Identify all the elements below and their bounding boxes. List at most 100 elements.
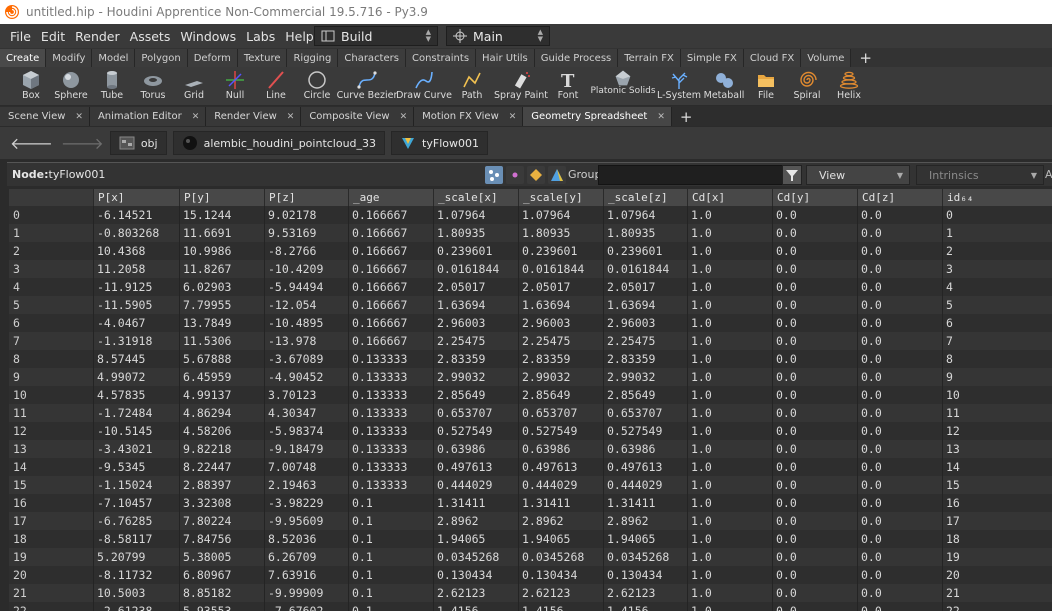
tab-render-view[interactable]: Render View ✕ xyxy=(206,107,302,126)
shelf-tab-guide-process[interactable]: Guide Process xyxy=(534,49,619,67)
tab-composite-view[interactable]: Composite View ✕ xyxy=(301,107,415,126)
table-row[interactable]: 19 5.20799 5.38005 6.26709 0.1 0.0345268 0.034… xyxy=(9,548,1052,566)
shelf-tab-polygon[interactable]: Polygon xyxy=(135,49,188,67)
close-icon[interactable]: ✕ xyxy=(509,112,517,122)
breadcrumb-obj[interactable]: obj xyxy=(109,131,167,155)
tool-circle[interactable]: Circle xyxy=(292,67,342,105)
table-row[interactable]: 14 -9.5345 8.22447 7.00748 0.133333 0.497613 0… xyxy=(9,458,1052,476)
table-row[interactable]: 1 -0.803268 11.6691 9.53169 0.166667 1.80935 1… xyxy=(9,224,1052,242)
vertices-filter-button[interactable] xyxy=(506,166,524,184)
tab-geometry-spreadsheet[interactable]: Geometry Spreadsheet ✕ xyxy=(523,107,672,126)
menu-windows[interactable]: Windows xyxy=(175,29,241,44)
tool-path[interactable]: Path xyxy=(447,67,497,105)
table-row[interactable]: 22 -2.61238 5.93553 -7.67602 0.1 1.4156 1.4156… xyxy=(9,602,1052,611)
tool-spray-paint[interactable]: Spray Paint xyxy=(494,67,548,105)
table-row[interactable]: 21 10.5003 8.85182 -9.99909 0.1 2.62123 2.6212… xyxy=(9,584,1052,602)
points-filter-button[interactable] xyxy=(485,166,503,184)
table-row[interactable]: 10 4.57835 4.99137 3.70123 0.133333 2.85649 2.… xyxy=(9,386,1052,404)
column-header[interactable]: _scale[z] xyxy=(603,189,687,206)
table-row[interactable]: 6 -4.0467 13.7849 -10.4895 0.166667 2.96003 2.… xyxy=(9,314,1052,332)
table-row[interactable]: 12 -10.5145 4.58206 -5.98374 0.133333 0.52754… xyxy=(9,422,1052,440)
add-pane-tab-icon[interactable]: + xyxy=(680,108,693,126)
table-cell: -11.9125 xyxy=(97,280,153,294)
table-cell: -0.803268 xyxy=(97,226,160,240)
column-header[interactable]: P[y] xyxy=(179,189,264,206)
close-icon[interactable]: ✕ xyxy=(287,112,295,122)
column-header[interactable]: P[x] xyxy=(93,189,179,206)
shelf-tab-hair-utils[interactable]: Hair Utils xyxy=(476,49,535,67)
close-icon[interactable]: ✕ xyxy=(657,112,665,122)
column-header[interactable]: _scale[x] xyxy=(433,189,518,206)
view-dropdown[interactable]: View ▼ xyxy=(806,165,910,185)
column-header[interactable]: id₆₄ xyxy=(942,189,1052,206)
table-row[interactable]: 2 10.4368 10.9986 -8.2766 0.166667 0.239601 0.… xyxy=(9,242,1052,260)
tab-animation-editor[interactable]: Animation Editor ✕ xyxy=(89,107,207,126)
shelf-tab-model[interactable]: Model xyxy=(92,49,136,67)
table-row[interactable]: 15 -1.15024 2.88397 2.19463 0.133333 0.444029… xyxy=(9,476,1052,494)
tool-font[interactable]: T Font xyxy=(543,67,593,105)
forward-arrow-icon[interactable]: 🡒 xyxy=(61,133,104,153)
menu-edit[interactable]: Edit xyxy=(36,29,70,44)
tool-curve-bezier[interactable]: Curve Bezier xyxy=(337,67,397,105)
table-row[interactable]: 20 -8.11732 6.80967 7.63916 0.1 0.130434 0.130… xyxy=(9,566,1052,584)
tab-motion-fx-view[interactable]: Motion FX View ✕ xyxy=(414,107,524,126)
tool-draw-curve[interactable]: Draw Curve xyxy=(396,67,452,105)
shelf-tab-deform[interactable]: Deform xyxy=(187,49,238,67)
menu-labs[interactable]: Labs xyxy=(241,29,280,44)
shelf-tab-texture[interactable]: Texture xyxy=(237,49,288,67)
shelf-tab-cloud-fx[interactable]: Cloud FX xyxy=(743,49,802,67)
close-icon[interactable]: ✕ xyxy=(75,112,83,122)
close-icon[interactable]: ✕ xyxy=(400,112,408,122)
column-header[interactable]: _age xyxy=(348,189,433,206)
shelf-tab-simple-fx[interactable]: Simple FX xyxy=(680,49,744,67)
menu-file[interactable]: File xyxy=(0,29,36,44)
breadcrumb-geo[interactable]: alembic_houdini_pointcloud_33 xyxy=(172,131,386,155)
column-header[interactable]: Cd[x] xyxy=(687,189,772,206)
table-row[interactable]: 9 4.99072 6.45959 -4.90452 0.133333 2.99032 2.… xyxy=(9,368,1052,386)
menu-assets[interactable]: Assets xyxy=(125,29,176,44)
tool-helix[interactable]: Helix xyxy=(824,67,874,105)
column-header[interactable]: P[z] xyxy=(264,189,348,206)
table-cell: 6.45959 xyxy=(183,370,232,384)
tool-platonic-solids[interactable]: Platonic Solids xyxy=(590,67,656,105)
table-row[interactable]: 13 -3.43021 9.82218 -9.18479 0.133333 0.63986… xyxy=(9,440,1052,458)
table-cell: 0.497613 xyxy=(437,460,493,474)
header-corner[interactable] xyxy=(9,189,93,206)
table-header: P[x] P[y] P[z] _age _scale[x] _scale[y] _scale… xyxy=(9,189,1052,206)
shelf-tab-volume[interactable]: Volume xyxy=(801,49,852,67)
table-row[interactable]: 17 -6.76285 7.80224 -9.95609 0.1 2.8962 2.8962… xyxy=(9,512,1052,530)
column-header[interactable]: Cd[y] xyxy=(772,189,857,206)
column-header[interactable]: _scale[y] xyxy=(518,189,603,206)
tab-scene-view[interactable]: Scene View ✕ xyxy=(0,107,90,126)
shelf-tab-constraints[interactable]: Constraints xyxy=(405,49,477,67)
shelf-tab-modify[interactable]: Modify xyxy=(46,49,93,67)
menu-render[interactable]: Render xyxy=(70,29,125,44)
primitives-filter-button[interactable] xyxy=(527,166,545,184)
tool-l-system[interactable]: L-System xyxy=(654,67,704,105)
column-header[interactable]: Cd[z] xyxy=(857,189,942,206)
shelf-tab-characters[interactable]: Characters xyxy=(338,49,406,67)
back-arrow-icon[interactable]: 🡐 xyxy=(10,133,53,153)
build-desk-select[interactable]: Build ▲ ▼ xyxy=(314,26,438,46)
detail-filter-button[interactable] xyxy=(548,166,566,184)
add-shelf-tab-icon[interactable]: + xyxy=(859,49,872,67)
close-icon[interactable]: ✕ xyxy=(192,112,200,122)
group-input[interactable] xyxy=(598,165,787,185)
table-row[interactable]: 5 -11.5905 7.79955 -12.054 0.166667 1.63694 1.… xyxy=(9,296,1052,314)
table-row[interactable]: 7 -1.31918 11.5306 -13.978 0.166667 2.25475 2.… xyxy=(9,332,1052,350)
table-row[interactable]: 0 -6.14521 15.1244 9.02178 0.166667 1.07964 1.… xyxy=(9,206,1052,224)
intrinsics-dropdown[interactable]: Intrinsics ▼ xyxy=(916,165,1044,185)
shelf-tab-terrain-fx[interactable]: Terrain FX xyxy=(618,49,681,67)
main-desk-select[interactable]: Main ▲ ▼ xyxy=(446,26,550,46)
menu-help[interactable]: Help xyxy=(280,29,319,44)
table-row[interactable]: 16 -7.10457 3.32308 -3.98229 0.1 1.31411 1.314… xyxy=(9,494,1052,512)
shelf-tab-create[interactable]: Create xyxy=(0,49,47,67)
shelf-tab-rigging[interactable]: Rigging xyxy=(287,49,339,67)
table-row[interactable]: 18 -8.58117 7.84756 8.52036 0.1 1.94065 1.9406… xyxy=(9,530,1052,548)
table-row[interactable]: 8 8.57445 5.67888 -3.67089 0.133333 2.83359 2.… xyxy=(9,350,1052,368)
breadcrumb-node[interactable]: tyFlow001 xyxy=(391,131,488,155)
table-row[interactable]: 4 -11.9125 6.02903 -5.94494 0.166667 2.05017 2… xyxy=(9,278,1052,296)
table-row[interactable]: 3 11.2058 11.8267 -10.4209 0.166667 0.0161844… xyxy=(9,260,1052,278)
filter-funnel-button[interactable] xyxy=(782,165,802,185)
table-row[interactable]: 11 -1.72484 4.86294 4.30347 0.133333 0.653707… xyxy=(9,404,1052,422)
